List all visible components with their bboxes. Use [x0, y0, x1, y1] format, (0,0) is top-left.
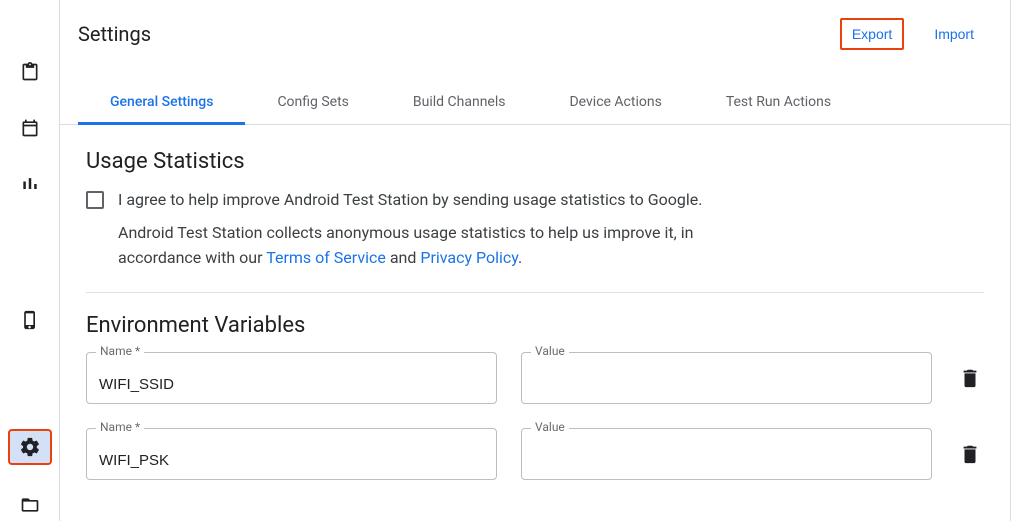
env-row: Name * Value: [86, 352, 984, 404]
usage-checkbox[interactable]: [86, 191, 104, 209]
usage-row: I agree to help improve Android Test Sta…: [86, 188, 984, 270]
header-actions: Export Import: [840, 18, 984, 50]
usage-agree-text: I agree to help improve Android Test Sta…: [118, 188, 758, 213]
env-name-field: Name *: [86, 428, 497, 480]
env-name-label: Name *: [96, 344, 144, 358]
divider: [86, 292, 984, 293]
tab-build-channels[interactable]: Build Channels: [381, 82, 538, 124]
env-name-field: Name *: [86, 352, 497, 404]
import-button[interactable]: Import: [924, 20, 984, 48]
env-name-input[interactable]: [86, 352, 497, 404]
env-section-title: Environment Variables: [86, 313, 984, 338]
delete-row-button[interactable]: [956, 364, 984, 392]
calendar-icon: [20, 118, 40, 138]
delete-row-button[interactable]: [956, 440, 984, 468]
header: Settings Export Import: [60, 0, 1010, 58]
env-value-field: Value: [521, 428, 932, 480]
sidebar-item-analytics[interactable]: [10, 168, 50, 200]
sidebar-item-device[interactable]: [10, 304, 50, 336]
folder-icon: [20, 495, 40, 515]
env-name-input[interactable]: [86, 428, 497, 480]
env-name-label: Name *: [96, 420, 144, 434]
tos-link[interactable]: Terms of Service: [266, 248, 386, 267]
tab-device-actions[interactable]: Device Actions: [537, 82, 693, 124]
usage-sub-text: Android Test Station collects anonymous …: [118, 221, 758, 271]
tabs: General Settings Config Sets Build Chann…: [60, 82, 1010, 125]
sidebar: [0, 0, 60, 521]
env-value-input[interactable]: [521, 352, 932, 404]
content: Usage Statistics I agree to help improve…: [60, 125, 1010, 480]
sidebar-item-folder[interactable]: [10, 489, 50, 521]
trash-icon: [959, 443, 981, 465]
trash-icon: [959, 367, 981, 389]
usage-text: I agree to help improve Android Test Sta…: [118, 188, 758, 270]
phone-icon: [20, 310, 40, 330]
tab-general-settings[interactable]: General Settings: [78, 82, 245, 124]
page-title: Settings: [78, 22, 151, 46]
env-value-label: Value: [531, 420, 569, 434]
sidebar-item-settings[interactable]: [8, 429, 52, 465]
usage-section-title: Usage Statistics: [86, 149, 984, 174]
sidebar-item-clipboard[interactable]: [10, 56, 50, 88]
main-content: Settings Export Import General Settings …: [60, 0, 1011, 521]
env-value-field: Value: [521, 352, 932, 404]
env-row: Name * Value: [86, 428, 984, 480]
gear-icon: [19, 436, 41, 458]
env-value-label: Value: [531, 344, 569, 358]
env-value-input[interactable]: [521, 428, 932, 480]
tab-config-sets[interactable]: Config Sets: [245, 82, 380, 124]
privacy-link[interactable]: Privacy Policy: [420, 248, 518, 267]
export-button[interactable]: Export: [840, 18, 904, 50]
clipboard-icon: [20, 62, 40, 82]
usage-and: and: [386, 248, 421, 267]
tab-test-run-actions[interactable]: Test Run Actions: [694, 82, 863, 124]
usage-period: .: [518, 248, 522, 267]
sidebar-item-calendar[interactable]: [10, 112, 50, 144]
bar-chart-icon: [20, 174, 40, 194]
